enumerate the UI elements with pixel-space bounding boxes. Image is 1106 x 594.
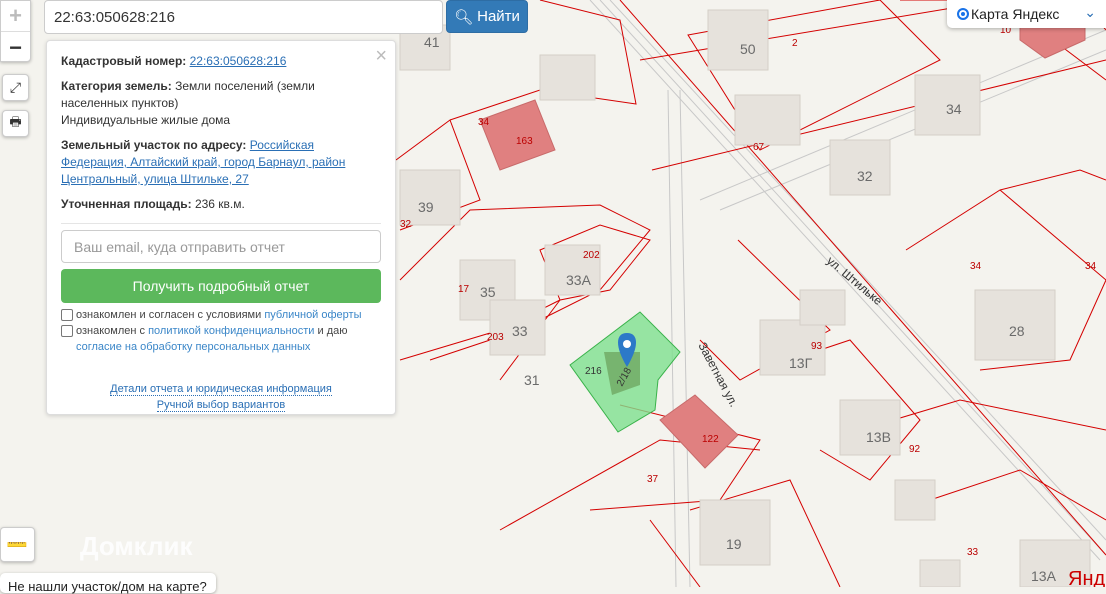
map-label: 35 xyxy=(480,284,496,300)
print-button[interactable]: 🖶 xyxy=(2,110,29,137)
layer-selector[interactable]: Карта Яндекс ⌄ xyxy=(947,0,1106,28)
close-icon[interactable]: × xyxy=(375,45,387,68)
area-value: 236 кв.м. xyxy=(194,197,245,211)
map-red-label: 67 xyxy=(753,142,765,153)
map-label: 39 xyxy=(418,199,434,215)
land-use: Индивидуальные жилые дома xyxy=(61,113,231,127)
details-link[interactable]: Детали отчета и юридическая информация xyxy=(110,383,332,396)
privacy-checkbox[interactable] xyxy=(61,325,73,337)
chevron-down-icon: ⌄ xyxy=(1084,4,1096,20)
consent-link[interactable]: согласие на обработку персональных данны… xyxy=(76,341,310,353)
map-red-label: 34 xyxy=(478,117,490,128)
ruler-icon: 📏 xyxy=(5,532,31,558)
map-label: 28 xyxy=(1009,323,1025,339)
layer-label: Карта Яндекс xyxy=(971,6,1060,22)
divider xyxy=(61,223,381,224)
map-red-label: 37 xyxy=(647,474,659,485)
privacy-text-2: и даю xyxy=(314,325,348,337)
email-input[interactable]: Ваш email, куда отправить отчет xyxy=(61,230,381,263)
map-label: 13В xyxy=(866,429,891,445)
watermark-logo: Домклик xyxy=(80,531,193,561)
manual-choice-link[interactable]: Ручной выбор вариантов xyxy=(156,399,286,412)
get-report-button[interactable]: Получить подробный отчет xyxy=(61,269,381,303)
not-found-prompt[interactable]: Не нашли участок/дом на карте? xyxy=(0,573,216,594)
find-label: Найти xyxy=(477,8,520,25)
info-panel: × Кадастровый номер: 22:63:050628:216 Ка… xyxy=(46,40,396,415)
area-label: Уточненная площадь: xyxy=(61,197,192,211)
offer-checkbox[interactable] xyxy=(61,309,73,321)
find-button[interactable]: 🔍︎ Найти xyxy=(446,0,528,33)
category-label: Категория земель: xyxy=(61,79,172,93)
map-label: 41 xyxy=(424,34,440,50)
map-label: 31 xyxy=(524,372,540,388)
zoom-in-button[interactable]: + xyxy=(1,1,30,32)
radio-selected-icon xyxy=(957,8,969,20)
zoom-out-button[interactable]: − xyxy=(1,32,30,63)
search-icon: 🔍︎ xyxy=(454,8,474,26)
offer-text: ознакомлен и согласен с условиями xyxy=(76,309,265,321)
zoom-control: + − xyxy=(0,0,31,62)
fullscreen-button[interactable]: ⤢ xyxy=(2,74,29,101)
map-red-label: 34 xyxy=(970,261,982,272)
map-red-label: 2 xyxy=(792,38,798,49)
map-red-label: 92 xyxy=(909,444,921,455)
cad-label: Кадастровый номер: xyxy=(61,54,187,68)
ruler-button[interactable]: 📏 xyxy=(0,527,35,562)
expand-icon: ⤢ xyxy=(9,79,22,95)
map-red-label: 216 xyxy=(585,366,602,377)
map-label: 19 xyxy=(726,536,742,552)
printer-icon: 🖶 xyxy=(9,113,22,129)
map-label: 13Г xyxy=(789,355,813,371)
yandex-logo: Янде xyxy=(1068,568,1106,587)
map-label: 163 xyxy=(516,136,533,147)
privacy-link[interactable]: политикой конфиденциальности xyxy=(148,325,314,337)
map-red-label: 17 xyxy=(458,284,470,295)
map-red-label: 203 xyxy=(487,332,504,343)
cad-number-link[interactable]: 22:63:050628:216 xyxy=(190,54,287,68)
privacy-text: ознакомлен с xyxy=(76,325,149,337)
map-label: 32 xyxy=(857,168,873,184)
map-label: 33 xyxy=(512,323,528,339)
map-label: 13А xyxy=(1031,568,1057,584)
map-label: 50 xyxy=(740,41,756,57)
address-label: Земельный участок по адресу: xyxy=(61,138,247,152)
map-red-label: 93 xyxy=(811,341,823,352)
map-red-label: 34 xyxy=(1085,261,1097,272)
map-red-label: 33 xyxy=(967,547,979,558)
map-label: 34 xyxy=(946,101,962,117)
search-input[interactable]: 22:63:050628:216 xyxy=(44,0,443,34)
map-red-label: 202 xyxy=(583,250,600,261)
map-label: 33А xyxy=(566,272,592,288)
offer-link[interactable]: публичной оферты xyxy=(264,309,361,321)
map-red-label: 122 xyxy=(702,434,719,445)
map-red-label: 32 xyxy=(400,219,412,230)
